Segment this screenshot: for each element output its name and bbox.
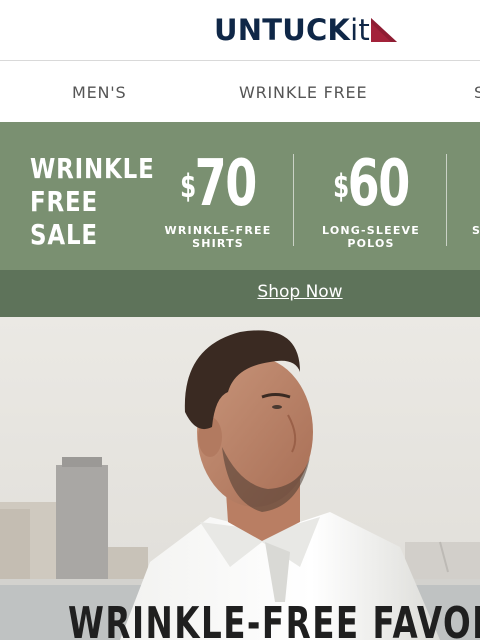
deal-divider (446, 154, 447, 246)
deal-shirts: $70 WRINKLE-FREE SHIRTS (163, 122, 273, 270)
shop-now-bar: Shop Now (0, 270, 480, 317)
site-header: UNTUCKit (0, 0, 480, 61)
nav-item-mens[interactable]: MEN'S (72, 83, 126, 102)
logo-wordmark: UNTUCKit (214, 12, 370, 47)
deal-partial: S (468, 122, 480, 270)
nav-item-wrinkle-free[interactable]: WRINKLE FREE (239, 83, 367, 102)
deal-polos: $60 LONG-SLEEVE POLOS (316, 122, 426, 270)
deal-caption: WRINKLE-FREE SHIRTS (164, 224, 272, 250)
brand-logo[interactable]: UNTUCKit (214, 10, 397, 50)
flag-icon (370, 18, 397, 42)
hero-heading: WRINKLE-FREE FAVORITES (68, 598, 480, 640)
promo-title: WRINKLE FREE SALE (30, 152, 155, 251)
deal-price: $70 (180, 147, 257, 221)
shop-now-link[interactable]: Shop Now (0, 282, 480, 302)
hero-banner[interactable]: WRINKLE-FREE FAVORITES (0, 317, 480, 640)
nav-item-partial[interactable]: S (474, 83, 480, 102)
hero-photo (0, 317, 480, 640)
deal-caption: S (472, 224, 480, 237)
deal-caption: LONG-SLEEVE POLOS (322, 224, 420, 250)
deal-divider (293, 154, 294, 246)
deal-price: $60 (333, 147, 410, 221)
category-nav: MEN'S WRINKLE FREE S (0, 61, 480, 124)
promo-banner[interactable]: WRINKLE FREE SALE $70 WRINKLE-FREE SHIRT… (0, 122, 480, 270)
